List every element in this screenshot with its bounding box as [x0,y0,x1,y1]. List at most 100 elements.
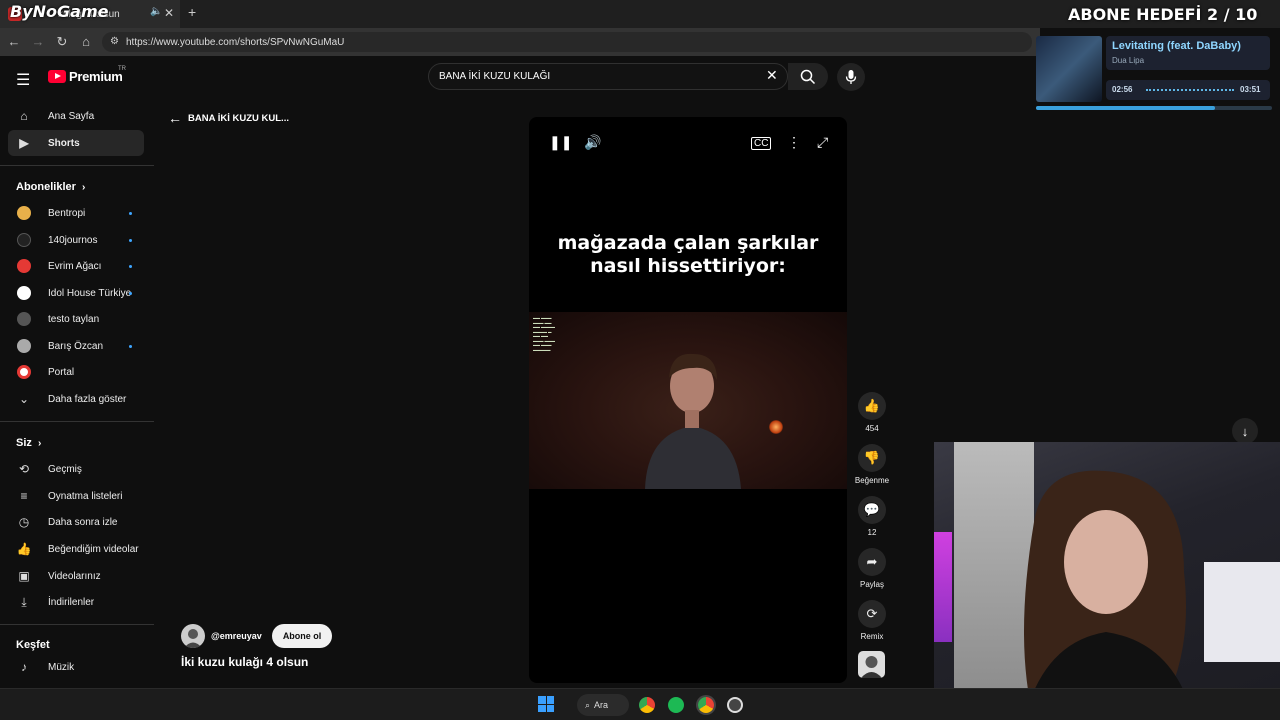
back-to-search-link[interactable]: ← BANA İKİ KUZU KUL... [168,110,289,126]
now-playing-widget: Levitating (feat. DaBaby) Dua Lipa 02:56… [1036,36,1272,110]
channel-avatar [17,206,31,220]
taskbar-search[interactable]: ⌕ Ara [577,694,629,716]
channel-avatar[interactable] [181,624,205,648]
search-value: BANA İKİ KUZU KULAĞI [439,71,551,82]
comment-count: 12 [867,528,877,537]
reload-icon[interactable]: ↻ [54,34,70,50]
sound-thumbnail[interactable] [858,651,885,678]
sidebar-item-home[interactable]: ⌂ Ana Sayfa [8,103,144,129]
close-tab-icon[interactable]: ✕ [164,6,174,20]
sidebar-item-sub[interactable]: testo taylan [8,306,144,332]
app-icon[interactable] [727,697,743,713]
shorts-player[interactable]: ❚❚ 🔊 CC ⋮ ⤢ mağazada çalan şarkılar nası… [529,117,847,683]
sidebar-item-liked[interactable]: 👍 Beğendiğim videolar [8,536,144,562]
search-icon [800,69,816,84]
subscribe-button[interactable]: Abone ol [271,624,333,648]
webcam-overlay [934,442,1280,720]
sidebar-item-shorts[interactable]: ▶ Shorts [8,130,144,156]
chrome-profile-icon[interactable] [698,697,714,713]
sidebar-item-label: Oynatma listeleri [48,490,123,502]
sidebar-item-watch-later[interactable]: ◷ Daha sonra izle [8,509,144,535]
spotify-icon[interactable] [668,697,684,713]
new-content-dot [129,211,132,215]
remix-icon: ⟳ [858,600,886,628]
like-count: 454 [865,424,879,433]
channel-avatar [17,286,31,300]
subscriber-goal: ABONE HEDEFİ 2 / 10 [1068,5,1258,24]
sidebar-item-label: Beğendiğim videolar [48,543,139,555]
avatar-icon [861,656,882,678]
sidebar-item-music[interactable]: ♪ Müzik [8,654,144,680]
divider [0,165,154,166]
share-label: Paylaş [859,580,884,589]
next-short-button[interactable]: ↓ [1232,418,1258,444]
back-arrow-icon: ← [168,110,182,126]
sidebar-item-sub[interactable]: Portal [8,359,144,385]
chrome-icon[interactable] [639,697,655,713]
rgb-light [934,532,952,642]
pause-icon[interactable]: ❚❚ [549,134,572,151]
home-icon[interactable]: ⌂ [78,34,94,49]
sidebar: ⌂ Ana Sayfa ▶ Shorts Abonelikler › Bentr… [0,56,154,688]
sidebar-item-label: Shorts [48,137,80,149]
search-input[interactable]: BANA İKİ KUZU KULAĞI [428,63,788,90]
sidebar-item-history[interactable]: ⟲ Geçmiş [8,456,144,482]
search-button[interactable] [788,63,828,90]
address-bar[interactable]: https://www.youtube.com/shorts/SPvNwNGuM… [102,32,1032,52]
time-bar [1146,89,1234,91]
track-info: Levitating (feat. DaBaby) Dua Lipa [1106,36,1270,70]
playlist-icon: ≡ [20,489,28,503]
channel-avatar [17,339,31,353]
remix-button[interactable]: ⟳ Remix [854,600,890,641]
share-button[interactable]: ➦ Paylaş [854,548,890,589]
sidebar-item-sub[interactable]: Barış Özcan [8,333,144,359]
divider [0,624,154,625]
like-button[interactable]: 👍 454 [854,392,890,433]
forward-arrow-icon[interactable]: → [30,34,46,49]
captions-icon[interactable]: CC [751,137,772,150]
dislike-label: Beğenme [854,476,890,485]
sidebar-item-sub[interactable]: Idol House Türkiye [8,280,144,306]
track-artist: Dua Lipa [1112,56,1145,65]
more-options-icon[interactable]: ⋮ [787,134,801,151]
progress-fill [1036,106,1216,110]
site-info-icon[interactable]: ⚙ [110,36,119,47]
sidebar-item-your-videos[interactable]: ▣ Videolarınız [8,563,144,589]
search-icon: ⌕ [585,699,591,710]
channel-row: @emreuyav Abone ol [181,624,333,648]
back-arrow-icon[interactable]: ← [6,34,22,49]
sidebar-item-playlists[interactable]: ≡ Oynatma listeleri [8,483,144,509]
subscriptions-header[interactable]: Abonelikler › [16,181,85,193]
person-figure [645,353,741,489]
channel-avatar [17,365,31,379]
clock-icon: ◷ [18,515,30,529]
new-content-dot [129,344,132,348]
voice-search-button[interactable] [837,63,865,91]
sidebar-item-sub[interactable]: Bentropi [8,200,144,226]
thumbs-down-icon: 👎 [858,444,886,472]
sidebar-item-label: Daha fazla göster [48,393,127,405]
channel-avatar [17,312,31,326]
sidebar-item-label: Barış Özcan [48,340,104,352]
explore-header: Keşfet [16,639,50,651]
comments-button[interactable]: 💬 12 [854,496,890,537]
clear-search-icon[interactable]: ✕ [766,67,778,84]
fullscreen-icon[interactable]: ⤢ [817,134,828,151]
video-caption: mağazada çalan şarkılar nasıl hissettiri… [557,232,819,277]
video-title: İki kuzu kulağı 4 olsun [181,655,309,669]
you-header[interactable]: Siz › [16,437,41,449]
sidebar-item-sub[interactable]: 140journos [8,227,144,253]
new-tab-button[interactable]: + [188,4,196,20]
speaker-icon[interactable]: 🔈 [150,6,162,17]
sidebar-item-sub[interactable]: Evrim Ağacı [8,253,144,279]
comment-icon: 💬 [858,496,886,524]
sidebar-item-downloads[interactable]: ⤓ İndirilenler [8,589,144,615]
windows-start-icon[interactable] [538,696,554,712]
show-more-button[interactable]: ⌄ Daha fazla göster [8,386,144,412]
thumbs-up-icon: 👍 [858,392,886,420]
music-icon: ♪ [21,660,27,674]
channel-name[interactable]: @emreuyav [211,631,262,641]
volume-icon[interactable]: 🔊 [584,134,601,151]
dislike-button[interactable]: 👎 Beğenme [854,444,890,485]
sidebar-item-label: Ana Sayfa [48,110,95,122]
